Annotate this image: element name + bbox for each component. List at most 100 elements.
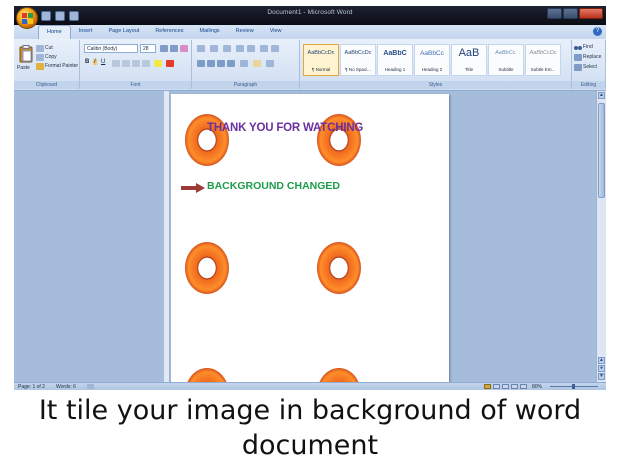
justify-icon[interactable] bbox=[227, 60, 235, 67]
tab-references[interactable]: References bbox=[147, 25, 191, 39]
align-right-icon[interactable] bbox=[217, 60, 225, 67]
tab-page-layout[interactable]: Page Layout bbox=[100, 25, 147, 39]
clear-format-icon[interactable] bbox=[180, 45, 188, 52]
find-button[interactable]: Find bbox=[583, 44, 593, 50]
multilevel-list-icon[interactable] bbox=[223, 45, 231, 52]
styles-group: AaBbCcDc ¶ Normal AaBbCcDc ¶ No Spaci...… bbox=[300, 40, 572, 89]
strikethrough-icon[interactable] bbox=[112, 60, 120, 67]
copy-button[interactable]: Copy bbox=[45, 54, 57, 60]
tab-review[interactable]: Review bbox=[228, 25, 262, 39]
align-left-icon[interactable] bbox=[197, 60, 205, 67]
cut-button[interactable]: Cut bbox=[45, 45, 53, 51]
font-label: Font bbox=[80, 81, 191, 89]
ribbon: Paste Cut Copy Format Painter Clipboard … bbox=[14, 39, 606, 91]
style-heading-2[interactable]: AaBbCc Heading 2 bbox=[414, 44, 450, 76]
scroll-thumb[interactable] bbox=[598, 103, 605, 198]
cut-icon[interactable] bbox=[36, 45, 44, 52]
tab-home[interactable]: Home bbox=[38, 25, 71, 39]
proofing-icon[interactable] bbox=[87, 384, 94, 389]
clipboard-group: Paste Cut Copy Format Painter Clipboard bbox=[14, 40, 80, 89]
editing-group: Find Replace Select Editing bbox=[572, 40, 606, 89]
minimize-button[interactable] bbox=[547, 8, 562, 19]
font-color-icon[interactable] bbox=[166, 60, 174, 67]
paragraph-group: Paragraph bbox=[192, 40, 300, 89]
browse-object-icon[interactable]: ● bbox=[598, 365, 605, 372]
vertical-scrollbar[interactable]: ▲ ▲ ● ▼ bbox=[596, 91, 606, 382]
editing-label: Editing bbox=[572, 81, 605, 89]
shrink-font-icon[interactable] bbox=[170, 45, 178, 52]
next-page-icon[interactable]: ▼ bbox=[598, 373, 605, 380]
print-layout-icon[interactable] bbox=[484, 384, 491, 389]
zoom-slider-thumb[interactable] bbox=[572, 384, 575, 389]
prev-page-icon[interactable]: ▲ bbox=[598, 357, 605, 364]
bold-icon[interactable]: B bbox=[85, 59, 89, 65]
replace-button[interactable]: Replace bbox=[583, 54, 601, 60]
paragraph-label: Paragraph bbox=[192, 81, 299, 89]
page-count[interactable]: Page: 1 of 2 bbox=[18, 384, 45, 390]
paste-icon[interactable] bbox=[19, 45, 33, 63]
style-no-spacing[interactable]: AaBbCcDc ¶ No Spaci... bbox=[340, 44, 376, 76]
replace-icon[interactable] bbox=[574, 54, 582, 61]
increase-indent-icon[interactable] bbox=[247, 45, 255, 52]
underline-icon[interactable]: U bbox=[101, 59, 105, 65]
zoom-level[interactable]: 80% bbox=[532, 384, 542, 390]
document-workspace[interactable]: THANK YOU FOR WATCHING BACKGROUND CHANGE… bbox=[14, 91, 596, 390]
style-heading-1[interactable]: AaBbC Heading 1 bbox=[377, 44, 413, 76]
font-size-combo[interactable]: 28 bbox=[140, 44, 156, 53]
tab-mailings[interactable]: Mailings bbox=[191, 25, 227, 39]
borders-icon[interactable] bbox=[266, 60, 274, 67]
vertical-ruler bbox=[164, 91, 170, 382]
pilcrow-icon[interactable] bbox=[271, 45, 279, 52]
format-painter-icon[interactable] bbox=[36, 63, 44, 70]
draft-icon[interactable] bbox=[520, 384, 527, 389]
subscript-icon[interactable] bbox=[122, 60, 130, 67]
binoculars-icon[interactable] bbox=[574, 43, 582, 51]
sort-icon[interactable] bbox=[260, 45, 268, 52]
font-name-combo[interactable]: Calibri (Body) bbox=[84, 44, 138, 53]
tab-insert[interactable]: Insert bbox=[71, 25, 101, 39]
shading-icon[interactable] bbox=[253, 60, 261, 67]
clipboard-label: Clipboard bbox=[14, 81, 79, 89]
paste-button[interactable]: Paste bbox=[17, 65, 30, 71]
close-button[interactable] bbox=[579, 8, 603, 19]
tab-view[interactable]: View bbox=[262, 25, 290, 39]
maximize-button[interactable] bbox=[563, 8, 578, 19]
outline-icon[interactable] bbox=[511, 384, 518, 389]
web-layout-icon[interactable] bbox=[502, 384, 509, 389]
office-button[interactable] bbox=[16, 7, 38, 29]
bullets-icon[interactable] bbox=[197, 45, 205, 52]
change-case-icon[interactable] bbox=[142, 60, 150, 67]
orange-ring-icon bbox=[317, 242, 361, 294]
select-icon[interactable] bbox=[574, 64, 582, 71]
align-center-icon[interactable] bbox=[207, 60, 215, 67]
style-title[interactable]: AaB Title bbox=[451, 44, 487, 76]
office-logo-icon bbox=[22, 13, 33, 24]
word-window: Document1 - Microsoft Word Home Insert P… bbox=[14, 6, 606, 390]
select-button[interactable]: Select bbox=[583, 64, 597, 70]
styles-label: Styles bbox=[300, 81, 571, 89]
scroll-up-icon[interactable]: ▲ bbox=[598, 92, 605, 99]
copy-icon[interactable] bbox=[36, 54, 44, 61]
highlight-icon[interactable] bbox=[154, 60, 162, 67]
window-title: Document1 - Microsoft Word bbox=[267, 9, 353, 16]
status-bar: Page: 1 of 2 Words: 6 80% bbox=[14, 382, 606, 390]
decrease-indent-icon[interactable] bbox=[236, 45, 244, 52]
style-normal[interactable]: AaBbCcDc ¶ Normal bbox=[303, 44, 339, 76]
grow-font-icon[interactable] bbox=[160, 45, 168, 52]
style-subtle-emphasis[interactable]: AaBbCcDc Subtle Em... bbox=[525, 44, 561, 76]
document-heading[interactable]: THANK YOU FOR WATCHING bbox=[207, 122, 363, 134]
line-spacing-icon[interactable] bbox=[240, 60, 248, 67]
format-painter-button[interactable]: Format Painter bbox=[45, 63, 78, 69]
superscript-icon[interactable] bbox=[132, 60, 140, 67]
italic-icon[interactable]: I bbox=[93, 59, 97, 65]
help-icon[interactable]: ? bbox=[593, 27, 602, 36]
word-count[interactable]: Words: 6 bbox=[56, 384, 76, 390]
orange-ring-icon bbox=[185, 242, 229, 294]
style-subtitle[interactable]: AaBbCc. Subtitle bbox=[488, 44, 524, 76]
document-page[interactable]: THANK YOU FOR WATCHING BACKGROUND CHANGE… bbox=[171, 94, 449, 390]
ribbon-tabs: Home Insert Page Layout References Maili… bbox=[14, 25, 606, 39]
full-screen-icon[interactable] bbox=[493, 384, 500, 389]
window-controls bbox=[547, 8, 603, 19]
document-subheading[interactable]: BACKGROUND CHANGED bbox=[207, 180, 340, 192]
numbering-icon[interactable] bbox=[210, 45, 218, 52]
